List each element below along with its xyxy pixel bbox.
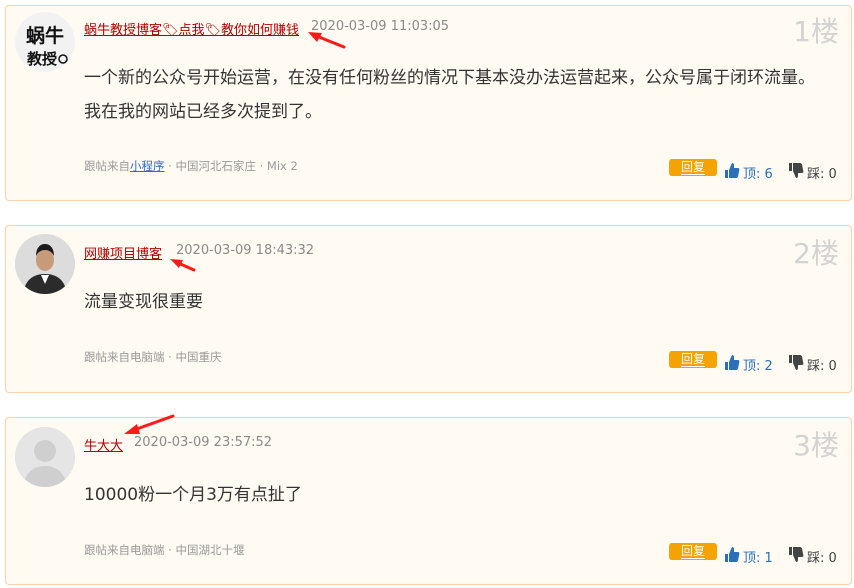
author-link[interactable]: 网赚项目博客	[84, 243, 162, 262]
thumbs-down-icon	[788, 162, 804, 183]
thumbs-up-icon	[724, 546, 740, 567]
comment-content: 流量变现很重要	[84, 292, 203, 312]
upvote-count: 顶: 2	[743, 359, 773, 374]
comment-card-2: 网赚项目博客 2020-03-09 18:43:32 2楼 流量变现很重要 跟帖…	[5, 225, 852, 393]
upvote-button[interactable]: 顶: 1	[724, 546, 773, 567]
reply-button[interactable]: 回复	[669, 351, 717, 368]
post-source: 跟帖来自电脑端 · 中国湖北十堰	[84, 543, 245, 557]
post-time: 2020-03-09 23:57:52	[134, 435, 273, 450]
comment-card-1: 蜗牛 教授 蜗牛教授博客🏷点我🏷教你如何赚钱 2020-03-09 11:03:…	[5, 5, 852, 201]
avatar[interactable]	[15, 427, 75, 487]
upvote-button[interactable]: 顶: 2	[724, 354, 773, 375]
post-time: 2020-03-09 11:03:05	[311, 19, 450, 34]
default-avatar-icon	[15, 427, 75, 487]
floor-number: 3楼	[793, 429, 839, 462]
avatar[interactable]: 蜗牛 教授	[15, 12, 75, 72]
post-source: 跟帖来自小程序 · 中国河北石家庄 · Mix 2	[84, 158, 298, 174]
downvote-button[interactable]: 踩: 0	[788, 354, 837, 375]
thumbs-down-icon	[788, 546, 804, 567]
svg-text:蜗牛: 蜗牛	[26, 24, 64, 47]
thumbs-up-icon	[724, 354, 740, 375]
downvote-button[interactable]: 踩: 0	[788, 546, 837, 567]
thumbs-down-icon	[788, 354, 804, 375]
source-location: · 中国河北石家庄 · Mix 2	[164, 159, 298, 173]
source-prefix: 跟帖来自	[84, 159, 130, 173]
upvote-count: 顶: 6	[743, 167, 773, 182]
thumbs-up-icon	[724, 162, 740, 183]
reply-button[interactable]: 回复	[669, 543, 717, 560]
downvote-count: 踩: 0	[807, 551, 837, 566]
downvote-count: 踩: 0	[807, 359, 837, 374]
downvote-button[interactable]: 踩: 0	[788, 162, 837, 183]
floor-number: 2楼	[793, 237, 839, 270]
avatar-logo: 蜗牛 教授	[15, 12, 75, 72]
author-link[interactable]: 牛大大	[84, 435, 123, 454]
source-link[interactable]: 小程序	[130, 159, 165, 173]
comment-content: 一个新的公众号开始运营，在没有任何粉丝的情况下基本没办法运营起来，公众号属于闭环…	[84, 68, 815, 122]
upvote-button[interactable]: 顶: 6	[724, 162, 773, 183]
avatar[interactable]	[15, 234, 75, 294]
svg-text:教授: 教授	[26, 50, 58, 68]
floor-number: 1楼	[793, 15, 839, 48]
avatar-photo	[15, 234, 75, 294]
comment-content: 10000粉一个月3万有点扯了	[84, 485, 302, 505]
post-time: 2020-03-09 18:43:32	[176, 243, 315, 258]
downvote-count: 踩: 0	[807, 167, 837, 182]
author-link[interactable]: 蜗牛教授博客🏷点我🏷教你如何赚钱	[84, 19, 299, 38]
upvote-count: 顶: 1	[743, 551, 773, 566]
reply-button[interactable]: 回复	[669, 159, 717, 176]
post-source: 跟帖来自电脑端 · 中国重庆	[84, 350, 222, 364]
comment-card-3: 牛大大 2020-03-09 23:57:52 3楼 10000粉一个月3万有点…	[5, 417, 852, 585]
